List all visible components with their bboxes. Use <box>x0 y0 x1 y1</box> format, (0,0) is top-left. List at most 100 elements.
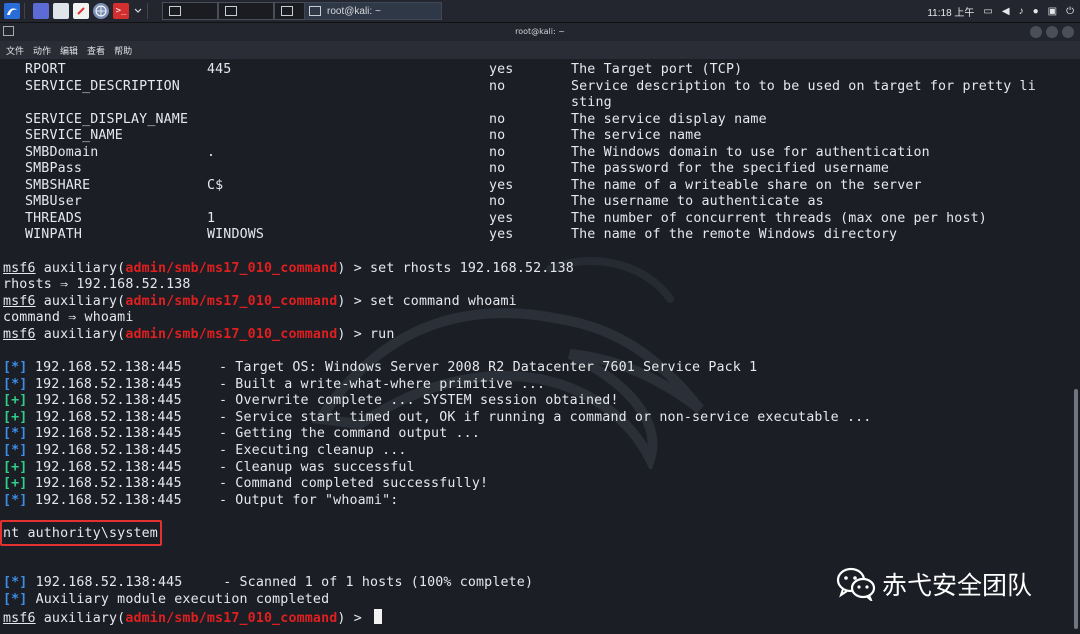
close-button[interactable] <box>1062 26 1074 38</box>
wechat-icon <box>836 567 876 601</box>
option-required: no <box>489 145 506 160</box>
dropdown-icon[interactable] <box>133 3 143 19</box>
taskbar: >_ root@kali: ~ 11:18 上午 ▭ ◀ ♪ ● ▣ ⏻ <box>0 0 1080 23</box>
prompt-name: msf6 <box>3 294 36 309</box>
option-required: yes <box>489 178 514 193</box>
run-output-line: [*] 192.168.52.138:445 - Executing cleanup… <box>3 443 406 459</box>
taskbar-task-terminal[interactable]: root@kali: ~ <box>304 2 442 20</box>
workspace-1[interactable] <box>162 2 218 20</box>
run-message: - Built a write-what-where primitive ... <box>219 377 546 392</box>
status-text: 192.168.52.138:445 - Scanned 1 of 1 host… <box>35 575 534 590</box>
status-line: [*] 192.168.52.138:445 - Scanned 1 of 1 … <box>3 575 533 591</box>
success-marker: [+] <box>3 410 28 425</box>
text-cursor <box>374 609 383 624</box>
watermark: 赤弋安全团队 <box>836 566 1032 602</box>
command-text: set command whoami <box>370 294 517 309</box>
run-output-line: [*] 192.168.52.138:445 - Output for "whoam… <box>3 493 398 509</box>
option-name: SERVICE_DESCRIPTION <box>25 79 180 94</box>
target-host: 192.168.52.138:445 <box>35 360 182 375</box>
window-icon <box>281 6 293 16</box>
info-marker: [*] <box>3 575 28 590</box>
run-message: - Target OS: Windows Server 2008 R2 Data… <box>219 360 758 375</box>
clock[interactable]: 11:18 上午 <box>927 4 974 19</box>
option-name: SMBDomain <box>25 145 99 160</box>
menu-action[interactable]: 动作 <box>33 44 51 57</box>
prompt-name: msf6 <box>3 611 36 626</box>
files-icon[interactable] <box>53 3 69 19</box>
maximize-button[interactable] <box>1046 26 1058 38</box>
desktop-icon[interactable] <box>33 3 49 19</box>
info-marker: [*] <box>3 493 28 508</box>
record-icon[interactable]: ● <box>1033 6 1039 17</box>
run-message: - Cleanup was successful <box>219 460 415 475</box>
option-required: no <box>489 161 506 176</box>
success-marker: [+] <box>3 476 28 491</box>
info-marker: [*] <box>3 377 28 392</box>
window-icon <box>225 6 237 16</box>
run-output-line: [*] 192.168.52.138:445 - Built a write-wha… <box>3 377 545 393</box>
option-name: SERVICE_DISPLAY_NAME <box>25 112 189 127</box>
run-output-line: [+] 192.168.52.138:445 - Cleanup was succe… <box>3 460 415 476</box>
current-prompt-line[interactable]: msf6 auxiliary(admin/smb/ms17_010_comman… <box>3 609 383 626</box>
option-name: WINPATH <box>25 227 83 242</box>
option-name: SMBSHARE <box>25 178 91 193</box>
menu-file[interactable]: 文件 <box>6 44 24 57</box>
option-description: The service name <box>571 128 702 143</box>
volume-icon[interactable]: ◀ <box>1002 6 1010 17</box>
window-titlebar[interactable]: root@kali: ~ <box>0 23 1080 41</box>
option-setting: 445 <box>207 62 232 77</box>
prompt-type: auxiliary( <box>43 294 126 309</box>
run-output-line: [+] 192.168.52.138:445 - Service start tim… <box>3 410 871 426</box>
run-message: - Service start timed out, OK if running… <box>219 410 872 425</box>
option-name: RPORT <box>25 62 66 77</box>
prompt-suffix: ) > <box>337 327 371 342</box>
option-setting: . <box>207 145 216 160</box>
taskbar-separator <box>147 3 148 19</box>
lock-icon[interactable]: ▣ <box>1048 6 1057 17</box>
result-highlight-box <box>0 520 162 546</box>
option-description: The username to authenticate as <box>571 194 824 209</box>
option-name: SERVICE_NAME <box>25 128 123 143</box>
text-editor-icon[interactable] <box>73 3 89 19</box>
prompt-line: msf6 auxiliary(admin/smb/ms17_010_comman… <box>3 261 574 277</box>
command-output: command ⇒ whoami <box>3 310 134 325</box>
info-marker: [*] <box>3 443 28 458</box>
target-host: 192.168.52.138:445 <box>35 460 182 475</box>
option-required: yes <box>489 227 514 242</box>
command-text: run <box>370 327 395 342</box>
watermark-text: 赤弋安全团队 <box>882 571 1033 600</box>
run-output-line: [+] 192.168.52.138:445 - Overwrite complet… <box>3 393 618 409</box>
system-tray: 11:18 上午 ▭ ◀ ♪ ● ▣ ⏻ <box>927 0 1074 22</box>
power-icon[interactable]: ⏻ <box>1066 6 1074 17</box>
screen-icon[interactable]: ▭ <box>983 6 992 17</box>
kali-menu-icon[interactable] <box>4 3 20 19</box>
minimize-button[interactable] <box>1030 26 1042 38</box>
option-setting: 1 <box>207 211 216 226</box>
prompt-type: auxiliary( <box>43 261 126 276</box>
status-text: Auxiliary module execution completed <box>35 592 330 607</box>
target-host: 192.168.52.138:445 <box>35 393 182 408</box>
workspace-2[interactable] <box>218 2 274 20</box>
info-marker: [*] <box>3 360 28 375</box>
terminal-scrollbar[interactable] <box>1072 59 1080 634</box>
info-marker: [*] <box>3 592 28 607</box>
prompt-suffix: ) > <box>337 611 371 626</box>
terminal-icon <box>309 6 321 16</box>
scrollbar-thumb[interactable] <box>1074 389 1078 629</box>
menu-help[interactable]: 帮助 <box>114 44 132 57</box>
notification-icon[interactable]: ♪ <box>1019 6 1024 17</box>
prompt-suffix: ) > <box>337 294 371 309</box>
command-output: rhosts ⇒ 192.168.52.138 <box>3 277 191 292</box>
browser-icon[interactable] <box>93 3 109 19</box>
option-description: The service display name <box>571 112 767 127</box>
menu-view[interactable]: 查看 <box>87 44 105 57</box>
target-host: 192.168.52.138:445 <box>35 410 182 425</box>
option-required: no <box>489 194 506 209</box>
terminal-output[interactable]: RPORT 445 yes The Target port (TCP) SERVICE_… <box>0 59 1072 634</box>
option-name: THREADS <box>25 211 83 226</box>
option-required: no <box>489 79 506 94</box>
terminal-red-icon[interactable]: >_ <box>113 3 129 19</box>
prompt-module: admin/smb/ms17_010_command <box>125 294 338 309</box>
option-description: The name of the remote Windows directory <box>571 227 898 242</box>
menu-edit[interactable]: 编辑 <box>60 44 78 57</box>
